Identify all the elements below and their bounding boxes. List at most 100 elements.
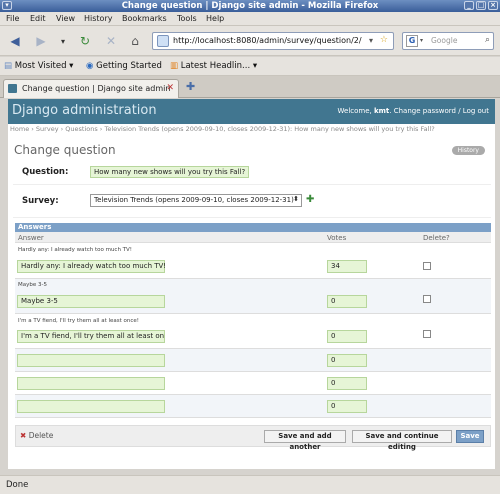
rss-icon: ▥ (170, 61, 179, 71)
forward-icon[interactable]: ▶ (32, 32, 50, 50)
answers-column-header: Answer Votes Delete? (15, 232, 491, 243)
answer-caption: Maybe 3-5 (18, 282, 47, 288)
page-title: Change question (14, 143, 116, 157)
menu-edit[interactable]: Edit (30, 14, 46, 23)
votes-input[interactable]: 0 (327, 330, 367, 343)
answer-row: 0 (15, 349, 491, 372)
bookmarks-toolbar: ▤ Most Visited ▾ ◉ Getting Started ▥ Lat… (0, 57, 500, 76)
tab-bar: Change question | Django site admin ✕ ✚ (0, 76, 500, 98)
column-votes: Votes (327, 234, 347, 242)
search-engine-icon[interactable]: G (406, 35, 418, 47)
bookmark-label: Getting Started (96, 61, 162, 71)
bookmark-getting-started[interactable]: ◉ Getting Started (86, 61, 162, 71)
menu-view[interactable]: View (56, 14, 75, 23)
answer-caption: I'm a TV fiend, I'll try them all at lea… (18, 318, 140, 324)
answer-caption: Hardly any: I already watch too much TV! (18, 247, 133, 253)
delete-checkbox[interactable] (423, 295, 431, 303)
home-icon[interactable]: ⌂ (126, 32, 144, 50)
votes-input[interactable]: 0 (327, 354, 367, 367)
tab-close-icon[interactable]: ✕ (166, 83, 174, 93)
column-delete: Delete? (423, 234, 450, 242)
url-dropdown-icon[interactable]: ▾ (369, 36, 373, 45)
admin-header: Django administration Welcome, kmt. Chan… (8, 99, 495, 124)
status-text: Done (6, 480, 29, 490)
save-button[interactable]: Save (456, 430, 484, 443)
bookmark-label: Most Visited (14, 61, 67, 71)
folder-icon: ▤ (4, 61, 13, 71)
menu-file[interactable]: File (6, 14, 19, 23)
menu-tools[interactable]: Tools (177, 14, 197, 23)
answer-input[interactable] (17, 377, 165, 390)
menu-help[interactable]: Help (206, 14, 224, 23)
close-icon[interactable]: × (488, 1, 498, 10)
search-icon[interactable]: ⌕ (485, 35, 490, 45)
menu-bookmarks[interactable]: Bookmarks (122, 14, 167, 23)
site-identity-icon[interactable] (157, 35, 169, 47)
survey-selected-value: Television Trends (opens 2009-09-10, clo… (94, 196, 294, 204)
url-bar[interactable]: http://localhost:8080/admin/survey/quest… (152, 32, 394, 50)
votes-input[interactable]: 0 (327, 377, 367, 390)
answer-row: I'm a TV fiend, I'll try them all at lea… (15, 314, 491, 349)
answer-input[interactable] (17, 400, 165, 413)
back-icon[interactable]: ◀ (6, 32, 24, 50)
question-row: Question: How many new shows will you tr… (13, 159, 491, 185)
votes-input[interactable]: 0 (327, 400, 367, 413)
user-links[interactable]: . Change password / Log out (389, 107, 489, 115)
navigation-toolbar: ◀ ▶ ▾ ↻ ✕ ⌂ http://localhost:8080/admin/… (0, 26, 500, 56)
survey-select[interactable]: Television Trends (opens 2009-09-10, clo… (90, 194, 302, 207)
submit-row: ✖ Delete Save and add another Save and c… (15, 425, 491, 451)
survey-row: Survey: Television Trends (opens 2009-09… (13, 185, 491, 218)
add-survey-icon[interactable]: ✚ (306, 194, 314, 205)
reload-icon[interactable]: ↻ (76, 32, 94, 50)
question-label: Question: (22, 167, 69, 177)
select-arrow-icon: ⬍ (293, 195, 299, 203)
delete-icon: ✖ (20, 431, 27, 440)
maximize-icon[interactable]: □ (476, 1, 486, 10)
welcome-text: Welcome, (337, 107, 372, 115)
answer-row: Hardly any: I already watch too much TV!… (15, 244, 491, 279)
answer-input[interactable]: Hardly any: I already watch too much TV! (17, 260, 166, 273)
history-button[interactable]: History (451, 146, 485, 155)
window-menu-icon[interactable]: ▾ (2, 1, 12, 10)
window-title-bar: Change question | Django site admin - Mo… (0, 0, 500, 12)
main-content: Change question History Question: How ma… (8, 135, 495, 469)
search-engine-dropdown-icon[interactable]: ▾ (420, 37, 423, 44)
delete-link[interactable]: ✖ Delete (20, 431, 53, 440)
search-placeholder: Google (431, 36, 458, 45)
votes-input[interactable]: 0 (327, 295, 367, 308)
favicon-icon (8, 84, 17, 93)
tab-active[interactable]: Change question | Django site admin ✕ (3, 79, 179, 98)
search-box[interactable]: G ▾ Google ⌕ (402, 32, 494, 50)
tab-label: Change question | Django site admin (22, 84, 171, 93)
user-tools: Welcome, kmt. Change password / Log out (338, 107, 490, 115)
answers-heading: Answers (15, 223, 491, 232)
answer-input[interactable]: Maybe 3-5 (17, 295, 165, 308)
new-tab-icon[interactable]: ✚ (186, 80, 195, 93)
delete-checkbox[interactable] (423, 262, 431, 270)
url-text: http://localhost:8080/admin/survey/quest… (173, 36, 362, 45)
answer-input[interactable] (17, 354, 165, 367)
breadcrumb[interactable]: Home › Survey › Questions › Television T… (8, 124, 495, 135)
save-continue-button[interactable]: Save and continue editing (352, 430, 452, 451)
bookmark-latest-headlines[interactable]: ▥ Latest Headlin... ▾ (170, 61, 257, 71)
answer-row: Maybe 3-5 Maybe 3-5 0 (15, 279, 491, 314)
votes-input[interactable]: 34 (327, 260, 367, 273)
answer-row: 0 (15, 395, 491, 418)
menu-history[interactable]: History (84, 14, 112, 23)
delete-label: Delete (28, 431, 54, 440)
history-dropdown-icon[interactable]: ▾ (54, 32, 72, 50)
stop-icon[interactable]: ✕ (102, 32, 120, 50)
window-title: Change question | Django site admin - Mo… (121, 1, 379, 11)
bookmark-star-icon[interactable]: ☆ (380, 35, 388, 45)
site-brand[interactable]: Django administration (12, 103, 157, 118)
answer-input[interactable]: I'm a TV fiend, I'll try them all at lea… (17, 330, 165, 343)
question-input[interactable]: How many new shows will you try this Fal… (90, 166, 250, 178)
status-bar: Done (0, 475, 500, 494)
survey-label: Survey: (22, 196, 59, 206)
save-add-another-button[interactable]: Save and add another (264, 430, 346, 451)
minimize-icon[interactable]: _ (464, 1, 474, 10)
delete-checkbox[interactable] (423, 330, 431, 338)
username: kmt (373, 107, 390, 115)
bookmark-most-visited[interactable]: ▤ Most Visited ▾ (4, 61, 73, 71)
answer-row: 0 (15, 372, 491, 395)
